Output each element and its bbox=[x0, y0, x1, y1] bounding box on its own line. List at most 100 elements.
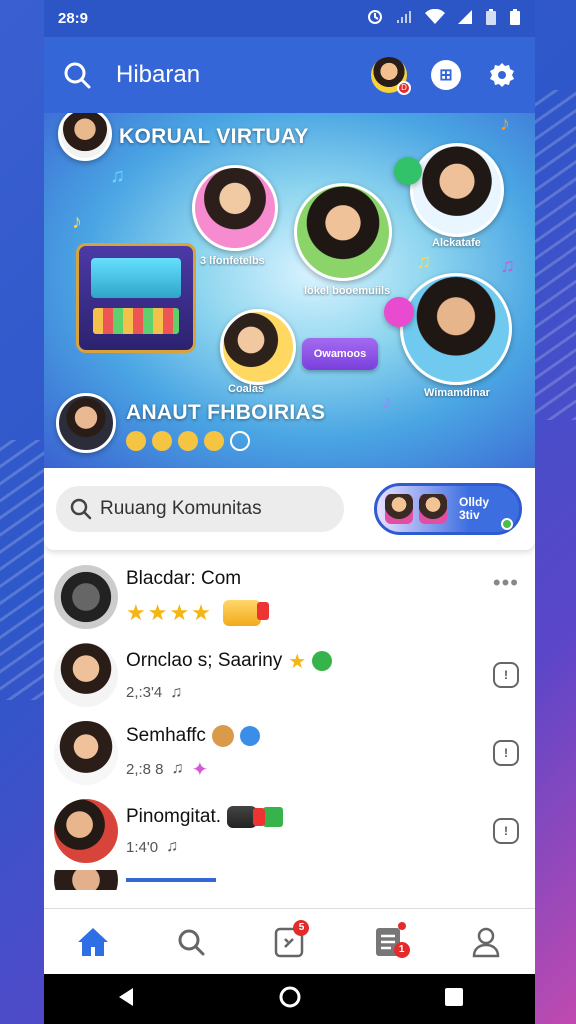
room-list: Blacdar: Com ★★★★ ••• Ornclao s; Saariny… bbox=[44, 558, 535, 890]
music-note-icon: ♫ bbox=[500, 255, 515, 277]
alarm-icon bbox=[367, 9, 383, 29]
list-item-title: Pinomgitat. bbox=[126, 806, 222, 827]
arcade-keys bbox=[93, 308, 179, 334]
hero-label: 3 lfonfetelbs bbox=[200, 255, 265, 267]
speaker-avatar bbox=[54, 565, 118, 629]
music-note-icon: ♪ bbox=[382, 391, 392, 413]
emoji-icon bbox=[178, 431, 198, 451]
wifi-icon bbox=[425, 8, 445, 29]
user-avatar bbox=[54, 870, 118, 890]
hero-banner[interactable]: ♪ ♫ ♫ ♪ ♫ ♪ KORUAL VIRTUAY 3 lfonfetelbs… bbox=[44, 113, 535, 468]
home-circle-icon[interactable] bbox=[278, 985, 302, 1014]
status-icons bbox=[367, 8, 521, 30]
list-item-partial[interactable] bbox=[44, 870, 535, 890]
music-note-icon: ♫ bbox=[171, 760, 184, 777]
list-item[interactable]: Pinomgitat. 1:4'0 ♫ ! bbox=[44, 792, 535, 870]
host-avatar[interactable] bbox=[58, 113, 112, 161]
emoji-row bbox=[126, 431, 250, 451]
arcade-machine-image bbox=[76, 243, 196, 353]
more-options-icon[interactable]: ••• bbox=[493, 570, 519, 596]
gamepad-button[interactable]: ⊞ bbox=[431, 60, 461, 90]
search-icon bbox=[178, 929, 205, 955]
lock-icon: ! bbox=[504, 824, 508, 838]
list-item[interactable]: Blacdar: Com ★★★★ ••• bbox=[44, 558, 535, 636]
join-room-button[interactable]: ! bbox=[493, 662, 519, 688]
emoji-icon bbox=[211, 724, 234, 747]
search-icon bbox=[70, 498, 92, 520]
gear-icon bbox=[490, 63, 514, 87]
nav-profile[interactable] bbox=[464, 920, 508, 964]
bottom-navigation: 5 1 bbox=[44, 908, 535, 974]
emoji-icon bbox=[152, 431, 172, 451]
hero-label: lokel booemuiils bbox=[304, 285, 391, 297]
refresh-badge-icon bbox=[239, 725, 260, 746]
chat-bubble-icon bbox=[394, 157, 422, 185]
heart-bubble-icon bbox=[384, 297, 414, 327]
back-icon[interactable] bbox=[115, 986, 137, 1013]
person-icon bbox=[472, 927, 500, 957]
music-note-icon: ♫ bbox=[416, 251, 431, 273]
search-button[interactable] bbox=[58, 56, 96, 94]
streamer-avatar[interactable] bbox=[400, 273, 512, 385]
streamer-avatar[interactable] bbox=[192, 165, 278, 251]
list-item-title: Ornclao s; Saariny bbox=[126, 650, 283, 671]
streamer-avatar[interactable] bbox=[410, 143, 504, 237]
nav-home[interactable] bbox=[71, 920, 115, 964]
emoji-icon bbox=[126, 431, 146, 451]
streamer-avatar[interactable] bbox=[294, 183, 392, 281]
progress-bar bbox=[126, 878, 216, 882]
gamepad-icon: ⊞ bbox=[439, 67, 453, 84]
promo-text: Olldy 3tiv bbox=[459, 496, 489, 522]
nav-search[interactable] bbox=[169, 920, 213, 964]
community-search-input[interactable]: Ruuang Komunitas bbox=[56, 486, 344, 532]
send-icon bbox=[263, 807, 284, 827]
signal-off-icon bbox=[395, 9, 413, 29]
join-room-button[interactable]: ! bbox=[493, 740, 519, 766]
list-item[interactable]: Semhaffc 2,:8 8 ♫ ✦ ! bbox=[44, 714, 535, 792]
search-icon bbox=[64, 62, 91, 89]
avatar-notification-badge: D bbox=[397, 81, 411, 95]
user-avatar bbox=[54, 799, 118, 863]
live-promo-button[interactable]: Olldy 3tiv bbox=[374, 483, 522, 535]
nav-tasks[interactable]: 1 bbox=[366, 920, 410, 964]
lock-icon: ! bbox=[504, 668, 508, 682]
hero-label: Coalas bbox=[228, 383, 265, 395]
battery-full-icon bbox=[509, 8, 521, 30]
list-item-title: Blacdar: Com bbox=[126, 568, 242, 589]
circle-icon bbox=[230, 431, 250, 451]
home-icon bbox=[78, 927, 109, 956]
status-bar: 28:9 bbox=[44, 0, 535, 37]
join-room-button[interactable]: ! bbox=[493, 818, 519, 844]
promo-avatar bbox=[419, 494, 447, 524]
streamer-avatar[interactable] bbox=[220, 309, 296, 385]
rating-stars: ★★★★ bbox=[126, 600, 519, 626]
list-item-count: 2,:8 8 bbox=[126, 760, 164, 778]
list-item-count: 2,:3'4 bbox=[126, 684, 163, 701]
list-item[interactable]: Ornclao s; Saariny ★ 2,:3'4 ♫ ! bbox=[44, 636, 535, 714]
system-navigation-bar bbox=[44, 974, 535, 1024]
cell-signal-icon bbox=[457, 9, 473, 29]
hero-bottom-title: ANAUT FHBOIRIAS bbox=[126, 401, 326, 424]
promo-avatar bbox=[385, 494, 413, 524]
search-strip: Ruuang Komunitas Olldy 3tiv bbox=[44, 468, 535, 550]
star-icon: ★ bbox=[288, 650, 307, 673]
profile-avatar[interactable]: D bbox=[371, 57, 411, 95]
hero-label: Wimamdinar bbox=[424, 387, 490, 399]
battery-icon bbox=[485, 8, 497, 30]
user-avatar bbox=[54, 721, 118, 785]
emoji-icon bbox=[204, 431, 224, 451]
promo-line-1: Olldy bbox=[459, 495, 490, 509]
tasks-badge: 1 bbox=[393, 941, 410, 958]
list-item-count: 1:4'0 bbox=[126, 838, 159, 856]
coin-gift-icon bbox=[222, 600, 269, 626]
app-title: Hibaran bbox=[116, 61, 201, 88]
host-avatar[interactable] bbox=[56, 393, 116, 453]
recents-icon[interactable] bbox=[444, 987, 464, 1012]
user-avatar bbox=[54, 643, 118, 707]
settings-button[interactable] bbox=[483, 56, 521, 94]
notification-dot bbox=[397, 921, 406, 930]
nav-games[interactable]: 5 bbox=[267, 919, 311, 964]
hero-pill-button[interactable]: Owamoos bbox=[302, 338, 378, 370]
refresh-badge-icon bbox=[312, 651, 333, 671]
list-item-title: Semhaffc bbox=[126, 724, 206, 746]
